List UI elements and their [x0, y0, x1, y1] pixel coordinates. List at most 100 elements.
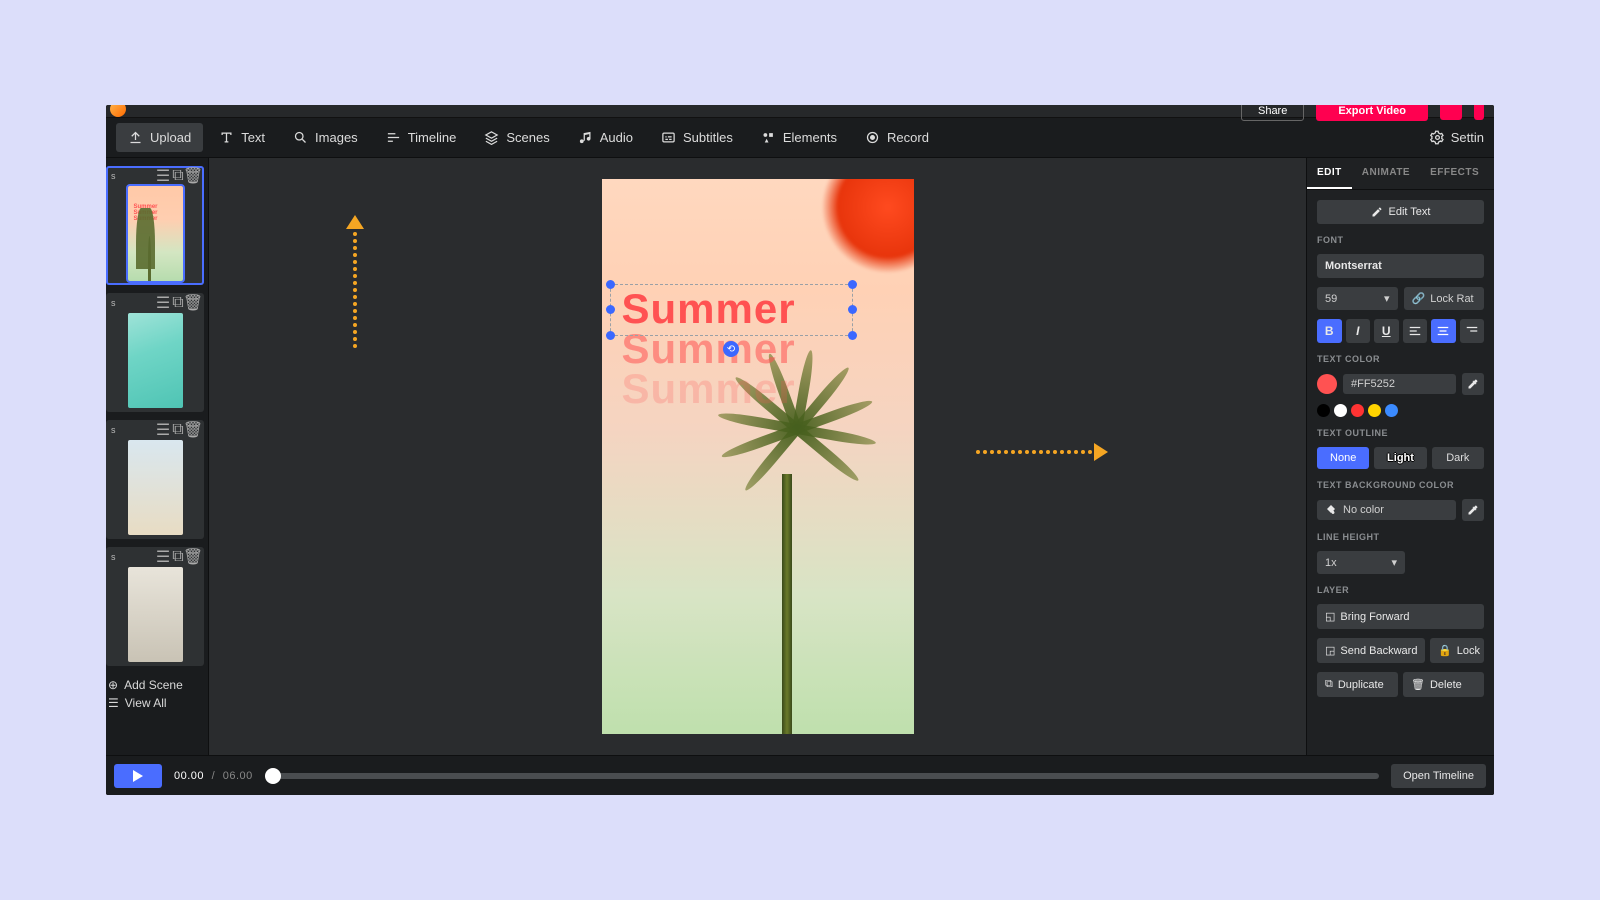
upload-button[interactable]: Upload	[116, 123, 203, 152]
timeline-handle[interactable]	[265, 768, 281, 784]
tab-edit[interactable]: EDIT	[1307, 158, 1352, 189]
export-dropdown-button[interactable]	[1440, 105, 1462, 120]
outline-label: TEXT OUTLINE	[1317, 428, 1484, 438]
send-backward-button[interactable]: ◲ Send Backward	[1317, 638, 1425, 663]
palette-swatch[interactable]	[1368, 404, 1381, 417]
eyedropper-button[interactable]	[1462, 373, 1484, 395]
inspector-panel: EDIT ANIMATE EFFECTS Edit Text FONT Mont…	[1306, 158, 1494, 755]
drag-icon[interactable]: ☰	[157, 424, 169, 436]
bg-color-label: TEXT BACKGROUND COLOR	[1317, 480, 1484, 490]
font-size-select[interactable]: 59 ▾	[1317, 287, 1398, 310]
add-scene-button[interactable]: ⊕ Add Scene	[108, 678, 204, 692]
bucket-icon	[1325, 504, 1337, 516]
scene-thumbnail[interactable]: SummerSummerSummer	[128, 186, 183, 281]
font-family-select[interactable]: Montserrat	[1317, 254, 1484, 278]
bold-button[interactable]: B	[1317, 319, 1342, 343]
lock-button[interactable]: 🔒 Lock	[1430, 638, 1484, 663]
canvas[interactable]: Summer Summer Summer ⟲	[602, 179, 914, 734]
trash-icon[interactable]: 🗑	[187, 424, 199, 436]
lock-ratio-toggle[interactable]: 🔗 Lock Rat	[1404, 287, 1485, 310]
trash-icon[interactable]: 🗑	[187, 551, 199, 563]
scene-thumbnail[interactable]	[128, 567, 183, 662]
line-height-label: LINE HEIGHT	[1317, 532, 1484, 542]
canvas-area[interactable]: Summer Summer Summer ⟲	[209, 158, 1306, 755]
audio-button[interactable]: Audio	[566, 123, 645, 152]
current-color-swatch[interactable]	[1317, 374, 1337, 394]
timeline-button[interactable]: Timeline	[374, 123, 469, 152]
outline-light-button[interactable]: Light	[1374, 447, 1426, 469]
view-all-label: View All	[125, 696, 167, 710]
outline-dark-button[interactable]: Dark	[1432, 447, 1484, 469]
settings-button[interactable]: Settin	[1430, 130, 1484, 145]
delete-button[interactable]: 🗑 Delete	[1403, 672, 1484, 697]
annotation-arrow-horizontal	[976, 446, 1106, 458]
trash-icon[interactable]: 🗑	[187, 170, 199, 182]
shapes-icon	[761, 130, 776, 145]
line-height-select[interactable]: 1x ▾	[1317, 551, 1405, 574]
text-button[interactable]: Text	[207, 123, 277, 152]
list-icon: ☰	[108, 696, 119, 710]
audio-label: Audio	[600, 130, 633, 145]
line-height-value: 1x	[1325, 557, 1337, 569]
scene-item[interactable]: s ☰⧉🗑	[106, 547, 204, 666]
selection-box[interactable]: ⟲	[610, 284, 853, 336]
extra-action-button[interactable]	[1474, 105, 1484, 120]
resize-handle[interactable]	[606, 305, 615, 314]
images-button[interactable]: Images	[281, 123, 370, 152]
play-button[interactable]	[114, 764, 162, 788]
palette-swatch[interactable]	[1351, 404, 1364, 417]
scene-thumbnail[interactable]	[128, 313, 183, 408]
elements-label: Elements	[783, 130, 837, 145]
record-button[interactable]: Record	[853, 123, 941, 152]
resize-handle[interactable]	[606, 331, 615, 340]
rotate-handle[interactable]: ⟲	[723, 341, 739, 357]
trash-icon[interactable]: 🗑	[187, 297, 199, 309]
duplicate-button[interactable]: ⧉ Duplicate	[1317, 672, 1398, 697]
palette-swatch[interactable]	[1334, 404, 1347, 417]
music-icon	[578, 130, 593, 145]
delete-label: Delete	[1430, 679, 1462, 691]
share-button[interactable]: Share	[1241, 105, 1304, 121]
subtitles-button[interactable]: Subtitles	[649, 123, 745, 152]
drag-icon[interactable]: ☰	[157, 170, 169, 182]
underline-button[interactable]: U	[1374, 319, 1399, 343]
tab-effects[interactable]: EFFECTS	[1420, 158, 1489, 189]
italic-button[interactable]: I	[1346, 319, 1371, 343]
drag-icon[interactable]: ☰	[157, 551, 169, 563]
resize-handle[interactable]	[606, 280, 615, 289]
scenes-button[interactable]: Scenes	[472, 123, 561, 152]
scene-thumbnail[interactable]	[128, 440, 183, 535]
drag-icon[interactable]: ☰	[157, 297, 169, 309]
duplicate-label: Duplicate	[1338, 679, 1384, 691]
color-hex-field[interactable]: #FF5252	[1343, 374, 1456, 394]
resize-handle[interactable]	[848, 305, 857, 314]
export-video-button[interactable]: Export Video	[1316, 105, 1428, 121]
align-right-button[interactable]	[1460, 319, 1485, 343]
trash-icon: 🗑	[1411, 678, 1425, 691]
add-scene-label: Add Scene	[124, 678, 183, 692]
palette-swatch[interactable]	[1317, 404, 1330, 417]
tab-animate[interactable]: ANIMATE	[1352, 158, 1420, 189]
align-left-button[interactable]	[1403, 319, 1428, 343]
bg-color-field[interactable]: No color	[1317, 500, 1456, 520]
bring-forward-button[interactable]: ◱ Bring Forward	[1317, 604, 1484, 629]
scene-item[interactable]: s ☰ ⧉ 🗑 SummerSummerSummer	[106, 166, 204, 285]
edit-text-button[interactable]: Edit Text	[1317, 200, 1484, 224]
scene-item[interactable]: s ☰⧉🗑	[106, 420, 204, 539]
time-display: 00.00 / 06.00	[174, 770, 253, 782]
bg-eyedropper-button[interactable]	[1462, 499, 1484, 521]
elements-button[interactable]: Elements	[749, 123, 849, 152]
app-frame: Share Export Video Upload Text Images Ti…	[106, 105, 1494, 795]
send-backward-label: Send Backward	[1340, 645, 1417, 657]
timeline-track[interactable]	[265, 773, 1379, 779]
bring-forward-label: Bring Forward	[1340, 611, 1409, 623]
outline-none-button[interactable]: None	[1317, 447, 1369, 469]
scene-item[interactable]: s ☰⧉🗑	[106, 293, 204, 412]
canvas-text-line[interactable]: Summer	[622, 369, 796, 409]
align-center-button[interactable]	[1431, 319, 1456, 343]
resize-handle[interactable]	[848, 280, 857, 289]
open-timeline-button[interactable]: Open Timeline	[1391, 764, 1486, 788]
view-all-button[interactable]: ☰ View All	[108, 696, 204, 710]
resize-handle[interactable]	[848, 331, 857, 340]
palette-swatch[interactable]	[1385, 404, 1398, 417]
